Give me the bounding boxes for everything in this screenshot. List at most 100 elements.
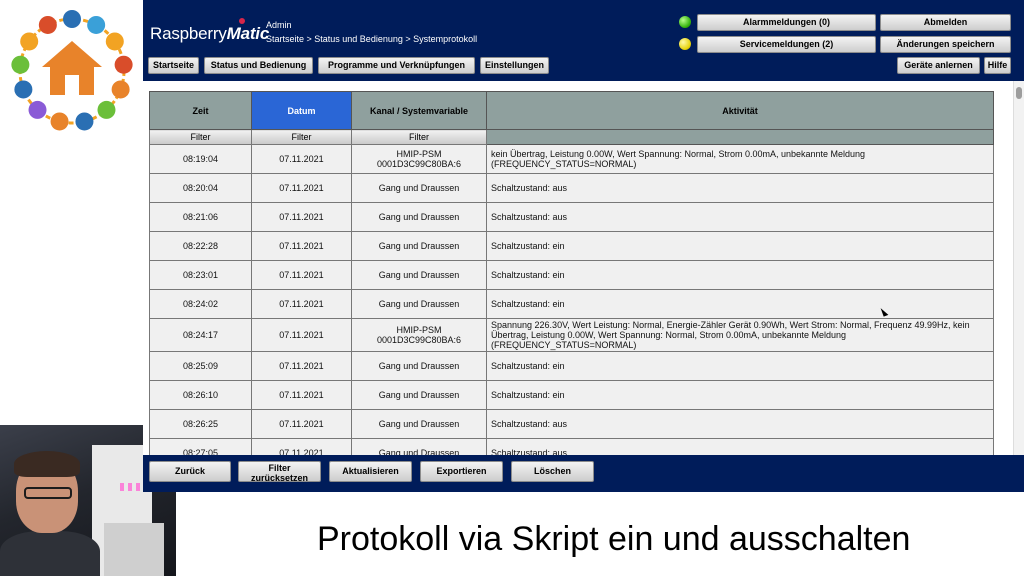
cell-activity: Schaltzustand: ein — [486, 351, 994, 381]
cell-time: 08:21:06 — [149, 202, 252, 232]
cell-channel: Gang und Draussen — [351, 380, 487, 410]
water-icon — [11, 55, 30, 74]
filter-date-button[interactable]: Filter — [251, 129, 352, 145]
brand-bold: Matic — [226, 24, 270, 43]
table-row: 08:24:17 07.11.2021 HMIP-PSM 0001D3C99C80B… — [149, 318, 994, 352]
heating-icon — [114, 55, 133, 74]
cell-date: 07.11.2021 — [251, 289, 352, 319]
cell-activity: Schaltzustand: ein — [486, 289, 994, 319]
cell-date: 07.11.2021 — [251, 380, 352, 410]
cell-activity: kein Übertrag, Leistung 0.00W, Wert Span… — [486, 144, 994, 174]
raspberry-icon — [239, 18, 245, 24]
video-caption: Protokoll via Skript ein und ausschalten — [317, 520, 911, 558]
smart-home-logo — [11, 10, 133, 131]
cell-date: 07.11.2021 — [251, 231, 352, 261]
monitor-icon — [75, 112, 94, 131]
export-button[interactable]: Exportieren — [420, 461, 503, 482]
save-changes-button[interactable]: Änderungen speichern — [880, 36, 1011, 53]
refresh-button[interactable]: Aktualisieren — [329, 461, 412, 482]
logo-panel — [0, 0, 143, 425]
breadcrumb: Startseite > Status und Bedienung > Syst… — [266, 34, 478, 44]
column-header-channel[interactable]: Kanal / Systemvariable — [351, 91, 487, 130]
cell-channel: Gang und Draussen — [351, 173, 487, 203]
cell-channel: HMIP-PSM 0001D3C99C80BA:6 — [351, 318, 487, 352]
cell-time: 08:20:04 — [149, 173, 252, 203]
camera-icon — [105, 32, 124, 51]
cell-activity: Schaltzustand: ein — [486, 231, 994, 261]
cell-date: 07.11.2021 — [251, 318, 352, 352]
cell-date: 07.11.2021 — [251, 351, 352, 381]
table-row: 08:27:05 07.11.2021 Gang und Draussen Schal… — [149, 438, 994, 455]
table-row: 08:20:04 07.11.2021 Gang und Draussen Schal… — [149, 173, 994, 203]
bulb-icon — [14, 80, 33, 99]
cell-channel: Gang und Draussen — [351, 231, 487, 261]
cell-channel: Gang und Draussen — [351, 409, 487, 439]
brand-logo[interactable]: RaspberryMatic — [150, 24, 269, 44]
cell-time: 08:23:01 — [149, 260, 252, 290]
nav-einstellungen[interactable]: Einstellungen — [480, 57, 549, 74]
alarm-status-icon — [679, 16, 691, 28]
phone-icon — [97, 100, 116, 119]
cell-date: 07.11.2021 — [251, 260, 352, 290]
app-header: RaspberryMatic Admin Startseite > Status… — [143, 0, 1024, 81]
nav-geraete-anlernen[interactable]: Geräte anlernen — [897, 57, 980, 74]
back-button[interactable]: Zurück — [149, 461, 231, 482]
nav-hilfe[interactable]: Hilfe — [984, 57, 1011, 74]
webcam-person-glasses — [24, 487, 72, 499]
reset-filter-button[interactable]: Filter zurücksetzen — [238, 461, 321, 483]
table-row: 08:25:09 07.11.2021 Gang und Draussen Schal… — [149, 351, 994, 381]
scrollbar-thumb[interactable] — [1016, 87, 1022, 99]
system-protocol-table: Zeit Datum Kanal / Systemvariable Aktivi… — [149, 91, 994, 455]
table-row: 08:23:01 07.11.2021 Gang und Draussen Schal… — [149, 260, 994, 290]
cell-date: 07.11.2021 — [251, 438, 352, 455]
cell-channel: Gang und Draussen — [351, 289, 487, 319]
cell-time: 08:24:02 — [149, 289, 252, 319]
service-status-icon — [679, 38, 691, 50]
thermometer-icon — [63, 10, 81, 28]
cell-time: 08:19:04 — [149, 144, 252, 174]
cell-channel: Gang und Draussen — [351, 260, 487, 290]
plug-icon — [111, 80, 130, 99]
cell-activity: Schaltzustand: ein — [486, 260, 994, 290]
cell-time: 08:27:05 — [149, 438, 252, 455]
webcam-person-body — [0, 531, 100, 576]
nav-status-und-bedienung[interactable]: Status und Bedienung — [204, 57, 313, 74]
alarm-messages-button[interactable]: Alarmmeldungen (0) — [697, 14, 876, 31]
cell-activity: Schaltzustand: ein — [486, 380, 994, 410]
user-name: Admin — [266, 20, 292, 30]
cell-time: 08:24:17 — [149, 318, 252, 352]
cell-time: 08:26:25 — [149, 409, 252, 439]
cell-time: 08:22:28 — [149, 231, 252, 261]
filter-activity-empty — [486, 129, 994, 145]
cell-activity: Schaltzustand: aus — [486, 409, 994, 439]
cell-date: 07.11.2021 — [251, 173, 352, 203]
cell-channel: Gang und Draussen — [351, 438, 487, 455]
cell-date: 07.11.2021 — [251, 409, 352, 439]
socket-icon — [87, 15, 106, 34]
filter-channel-button[interactable]: Filter — [351, 129, 487, 145]
logout-button[interactable]: Abmelden — [880, 14, 1011, 31]
nav-programme[interactable]: Programme und Verknüpfungen — [318, 57, 475, 74]
column-header-date[interactable]: Datum — [251, 91, 352, 130]
table-row: 08:26:25 07.11.2021 Gang und Draussen Schal… — [149, 409, 994, 439]
column-header-time[interactable]: Zeit — [149, 91, 252, 130]
filter-time-button[interactable]: Filter — [149, 129, 252, 145]
cell-date: 07.11.2021 — [251, 202, 352, 232]
content-scrollbar[interactable] — [1013, 81, 1024, 455]
webcam-person-hair — [14, 451, 80, 477]
video-caption-bar: Protokoll via Skript ein und ausschalten — [176, 492, 1024, 576]
table-row: 08:24:02 07.11.2021 Gang und Draussen Schal… — [149, 289, 994, 319]
protocol-content: Zeit Datum Kanal / Systemvariable Aktivi… — [143, 81, 1024, 455]
lock-icon — [50, 112, 69, 131]
cell-activity: Spannung 226.30V, Wert Leistung: Normal,… — [486, 318, 994, 352]
column-header-activity[interactable]: Aktivität — [486, 91, 994, 130]
cell-time: 08:25:09 — [149, 351, 252, 381]
raspberrymatic-app: RaspberryMatic Admin Startseite > Status… — [143, 0, 1024, 492]
nav-startseite[interactable]: Startseite — [148, 57, 199, 74]
laundry-icon — [28, 100, 47, 119]
service-messages-button[interactable]: Servicemeldungen (2) — [697, 36, 876, 53]
delete-button[interactable]: Löschen — [511, 461, 594, 482]
tv-icon — [38, 15, 57, 34]
footer-toolbar: Zurück Filter zurücksetzen Aktualisieren… — [143, 455, 1024, 492]
cell-time: 08:26:10 — [149, 380, 252, 410]
